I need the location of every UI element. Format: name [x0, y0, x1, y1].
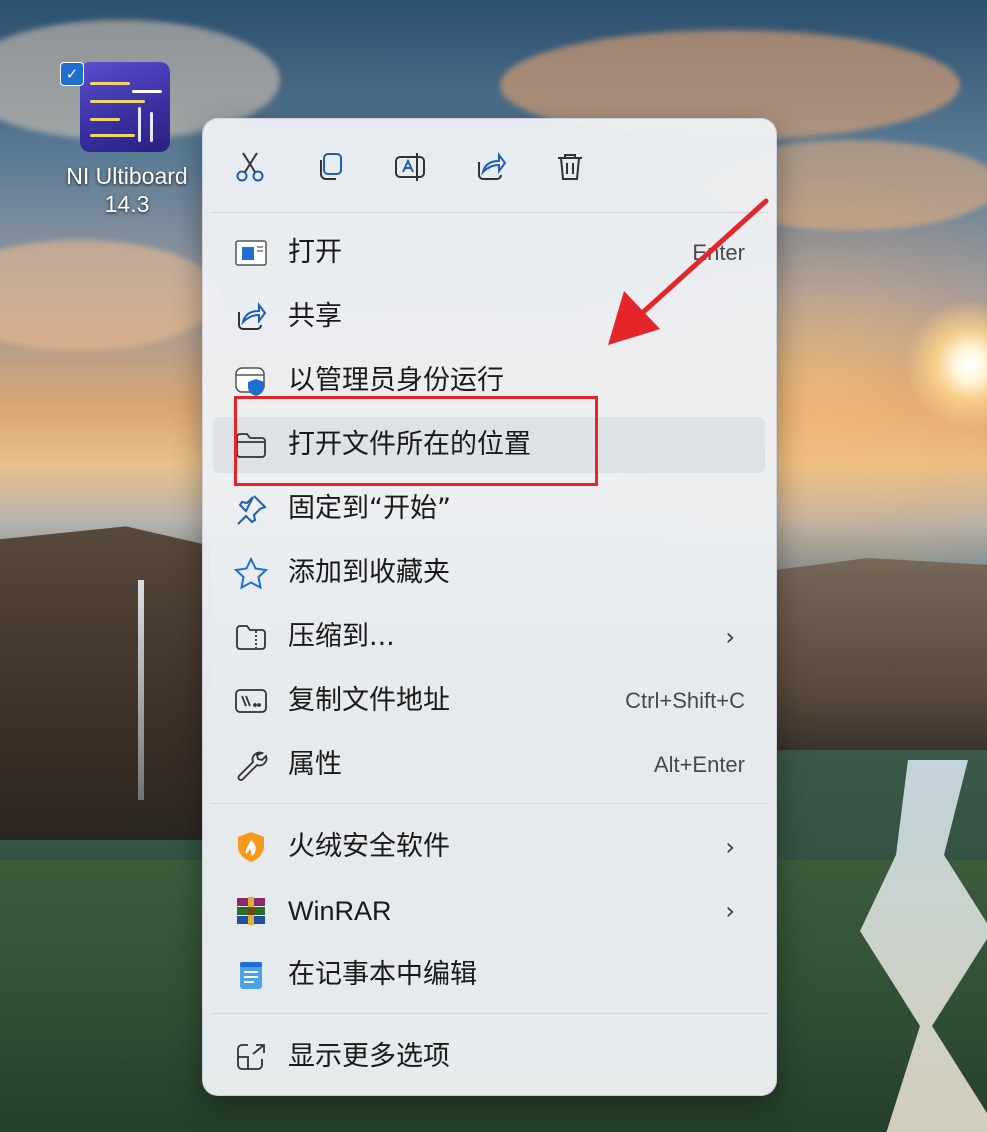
menu-item-add-to-favorites[interactable]: 添加到收藏夹: [213, 545, 765, 601]
menu-item-label: 复制文件地址: [288, 685, 450, 716]
waterfall: [138, 580, 144, 800]
menu-item-label: WinRAR: [288, 896, 392, 926]
winrar-icon: [237, 897, 265, 925]
cut-button[interactable]: [226, 143, 274, 191]
menu-separator: [211, 1013, 768, 1014]
highlight-box-annotation: [234, 396, 598, 486]
rename-button[interactable]: [386, 143, 434, 191]
menu-item-huorong[interactable]: 火绒安全软件 ›: [213, 819, 765, 875]
ni-ultiboard-app-icon: [80, 62, 170, 152]
menu-item-label: 显示更多选项: [288, 1041, 450, 1072]
chevron-right-icon: ›: [725, 833, 735, 861]
menu-item-label: 压缩到...: [288, 621, 395, 652]
shortcut-text: Ctrl+Shift+C: [625, 688, 745, 713]
copy-path-icon: [235, 689, 267, 713]
shield-window-icon: [235, 367, 265, 396]
menu-item-label: 属性: [288, 749, 342, 780]
menu-item-edit-in-notepad[interactable]: 在记事本中编辑: [213, 947, 765, 1003]
desktop-icon-ni-ultiboard[interactable]: ✓ NI Ultiboard 14.3: [60, 62, 192, 218]
trash-icon: [558, 154, 582, 180]
desktop-icon-label: NI Ultiboard 14.3: [66, 163, 188, 217]
notepad-icon: [240, 962, 262, 989]
star-icon: [234, 557, 268, 589]
scissors-icon: [236, 152, 264, 182]
huorong-shield-icon: [238, 832, 264, 862]
menu-item-pin-to-start[interactable]: 固定到“开始”: [213, 481, 765, 537]
chevron-right-icon: ›: [725, 623, 735, 651]
cloud: [0, 240, 220, 350]
menu-item-compress-to[interactable]: 压缩到... ›: [213, 609, 765, 665]
chevron-right-icon: ›: [725, 897, 735, 925]
menu-item-show-more-options[interactable]: 显示更多选项: [213, 1029, 765, 1085]
right-cliff: [776, 558, 987, 750]
more-options-icon: [237, 1044, 265, 1070]
menu-item-label: 添加到收藏夹: [288, 557, 450, 588]
menu-item-copy-path[interactable]: 复制文件地址 Ctrl+Shift+C: [213, 673, 765, 729]
menu-item-label: 在记事本中编辑: [288, 959, 477, 990]
shortcut-text: Alt+Enter: [653, 752, 745, 777]
wrench-icon: [237, 751, 268, 781]
share-icon: [478, 152, 507, 180]
menu-item-label: 打开: [288, 237, 342, 268]
pin-icon: [237, 495, 267, 525]
share-button[interactable]: [466, 143, 514, 191]
copy-button[interactable]: [306, 143, 354, 191]
open-window-icon: [235, 240, 267, 266]
left-cliff: [0, 526, 210, 840]
share-icon: [238, 302, 267, 330]
menu-separator: [211, 803, 768, 804]
menu-item-label: 固定到“开始”: [288, 493, 451, 524]
copy-icon: [320, 153, 342, 180]
menu-item-label: 火绒安全软件: [288, 831, 450, 862]
red-arrow-annotation: [608, 198, 769, 345]
rename-icon: [395, 153, 425, 181]
zip-folder-icon: [236, 625, 266, 650]
menu-item-label: 共享: [288, 301, 342, 332]
delete-button[interactable]: [546, 143, 594, 191]
selected-checkbox-icon[interactable]: ✓: [60, 62, 84, 86]
menu-item-winrar[interactable]: WinRAR ›: [213, 883, 765, 939]
menu-item-properties[interactable]: 属性 Alt+Enter: [213, 737, 765, 793]
